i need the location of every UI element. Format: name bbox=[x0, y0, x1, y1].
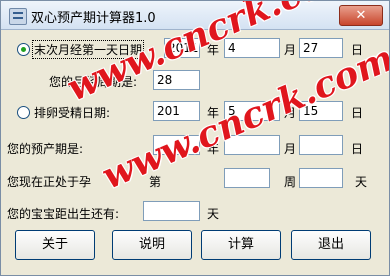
day-field bbox=[299, 168, 343, 188]
unit-days-1: 天 bbox=[355, 175, 368, 189]
close-button[interactable]: ✕ bbox=[339, 5, 383, 26]
unit-day-3: 日 bbox=[351, 142, 364, 156]
current-week-label: 您现在正处于孕 bbox=[7, 175, 92, 189]
app-window: 双心预产期计算器1.0 ✕ 末次月经第一天日期 2011 年 4 月 27 日 … bbox=[0, 0, 390, 276]
lmp-day-field[interactable]: 27 bbox=[299, 38, 343, 58]
radio-ovulation[interactable] bbox=[17, 106, 30, 119]
due-day-field bbox=[299, 135, 343, 155]
help-button[interactable]: 说明 bbox=[112, 230, 192, 260]
countdown-field bbox=[143, 201, 200, 221]
week-field bbox=[224, 168, 270, 188]
unit-day-2: 日 bbox=[351, 106, 364, 120]
countdown-label: 您的宝宝距出生还有: bbox=[7, 207, 120, 221]
due-date-label: 您的预产期是: bbox=[7, 142, 84, 156]
ovulation-label[interactable]: 排卵受精日期: bbox=[34, 104, 110, 121]
unit-month-1: 月 bbox=[284, 43, 297, 57]
unit-days-2: 天 bbox=[207, 207, 220, 221]
exit-button[interactable]: 退出 bbox=[291, 230, 371, 260]
window-title: 双心预产期计算器1.0 bbox=[31, 11, 156, 26]
radio-lmp[interactable] bbox=[17, 43, 30, 56]
calculate-button[interactable]: 计算 bbox=[201, 230, 281, 260]
app-icon bbox=[9, 8, 27, 25]
unit-week: 周 bbox=[284, 175, 297, 189]
unit-month-3: 月 bbox=[284, 142, 297, 156]
about-button[interactable]: 关于 bbox=[15, 230, 95, 260]
